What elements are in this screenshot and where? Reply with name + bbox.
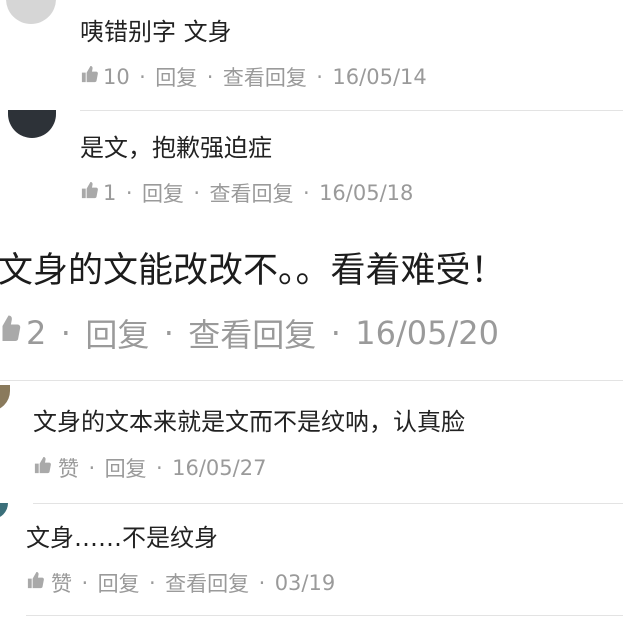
comment-date: 16/05/14: [332, 65, 427, 89]
thumbs-up-icon[interactable]: [26, 571, 45, 595]
like-button[interactable]: 赞: [51, 568, 72, 598]
comment-meta: 1 · 回复 · 查看回复 · 16/05/18: [80, 178, 413, 208]
reply-button[interactable]: 回复: [105, 453, 147, 483]
separator: ·: [302, 181, 310, 205]
view-replies-button[interactable]: 查看回复: [223, 62, 307, 92]
separator: ·: [193, 181, 201, 205]
separator: ·: [125, 181, 133, 205]
separator: ·: [206, 65, 214, 89]
thumbs-up-icon[interactable]: [0, 314, 22, 352]
comment-meta: 赞 · 回复 · 16/05/27: [33, 453, 266, 483]
separator: ·: [156, 456, 163, 480]
divider: [26, 615, 623, 616]
like-button[interactable]: 赞: [58, 453, 79, 483]
divider: [33, 503, 623, 504]
avatar[interactable]: [8, 110, 56, 138]
reply-button[interactable]: 回复: [85, 310, 149, 356]
separator: ·: [149, 571, 156, 595]
comment-text: 文身的文本来就是文而不是纹呐，认真脸: [33, 408, 465, 436]
like-count[interactable]: 2: [26, 314, 46, 352]
thumbs-up-icon[interactable]: [80, 65, 99, 89]
like-count[interactable]: 1: [103, 181, 116, 205]
thumbs-up-icon[interactable]: [33, 456, 52, 480]
like-count[interactable]: 10: [103, 65, 130, 89]
separator: ·: [139, 65, 146, 89]
comment-meta: 2 · 回复 · 查看回复 · 16/05/20: [0, 310, 499, 356]
comment-text: 文身……不是纹身: [26, 524, 218, 552]
avatar[interactable]: [0, 503, 8, 519]
reply-button[interactable]: 回复: [155, 62, 197, 92]
comment-date: 16/05/27: [172, 456, 267, 480]
separator: ·: [163, 314, 174, 352]
comment-text: 是文，抱歉强迫症: [80, 134, 272, 162]
comment-date: 16/05/18: [319, 181, 414, 205]
separator: ·: [88, 456, 96, 480]
divider: [0, 380, 623, 381]
separator: ·: [316, 65, 323, 89]
comment-text: 文身的文能改改不。。看着难受！: [0, 251, 506, 291]
comment-text: 咦错别字 文身: [80, 18, 232, 46]
avatar[interactable]: [6, 0, 56, 24]
view-replies-button[interactable]: 查看回复: [165, 568, 249, 598]
comment-meta: 赞 · 回复 · 查看回复 · 03/19: [26, 568, 335, 598]
comment-date: 16/05/20: [355, 314, 499, 352]
avatar[interactable]: [0, 385, 10, 411]
separator: ·: [60, 314, 71, 352]
comment-meta: 10 · 回复 · 查看回复 · 16/05/14: [80, 62, 427, 92]
comment-date: 03/19: [274, 571, 336, 595]
view-replies-button[interactable]: 查看回复: [188, 310, 316, 356]
view-replies-button[interactable]: 查看回复: [210, 178, 294, 208]
divider: [80, 110, 623, 111]
separator: ·: [330, 314, 341, 352]
separator: ·: [258, 571, 266, 595]
reply-button[interactable]: 回复: [98, 568, 140, 598]
separator: ·: [81, 571, 89, 595]
reply-button[interactable]: 回复: [142, 178, 184, 208]
thumbs-up-icon[interactable]: [80, 181, 99, 205]
